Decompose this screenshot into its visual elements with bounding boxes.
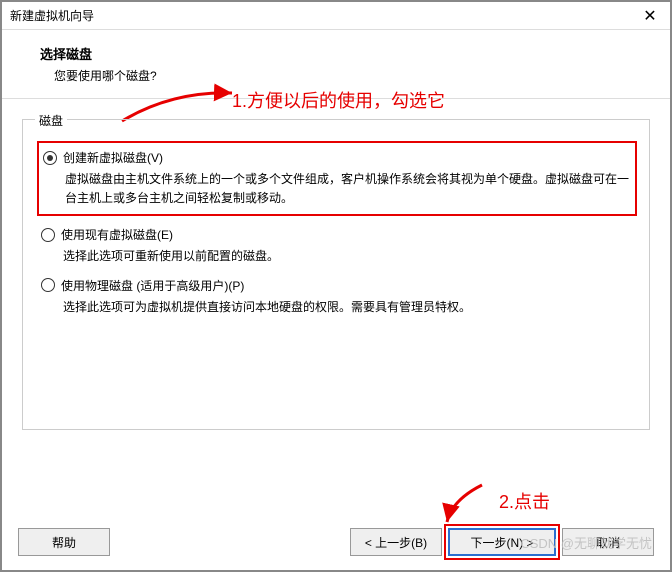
option-use-physical-disk[interactable]: 使用物理磁盘 (适用于高级用户)(P) 选择此选项可为虚拟机提供直接访问本地硬盘… (41, 277, 637, 317)
option-description: 选择此选项可重新使用以前配置的磁盘。 (63, 247, 637, 266)
help-button[interactable]: 帮助 (18, 528, 110, 556)
radio-icon[interactable] (41, 278, 55, 292)
radio-label: 使用物理磁盘 (适用于高级用户)(P) (61, 277, 244, 294)
page-title: 选择磁盘 (40, 44, 650, 63)
option-create-new-disk[interactable]: 创建新虚拟磁盘(V) 虚拟磁盘由主机文件系统上的一个或多个文件组成，客户机操作系… (37, 141, 637, 216)
close-icon: ✕ (643, 6, 656, 26)
button-bar: 帮助 < 上一步(B) 下一步(N) > 取消 (2, 528, 670, 556)
page-subtitle: 您要使用哪个磁盘? (54, 67, 650, 84)
annotation-arrow-2 (432, 480, 492, 530)
option-description: 选择此选项可为虚拟机提供直接访问本地硬盘的权限。需要具有管理员特权。 (63, 298, 637, 317)
back-button[interactable]: < 上一步(B) (350, 528, 442, 556)
close-button[interactable]: ✕ (630, 2, 670, 30)
radio-row: 使用现有虚拟磁盘(E) (41, 226, 637, 243)
disk-fieldset: 磁盘 创建新虚拟磁盘(V) 虚拟磁盘由主机文件系统上的一个或多个文件组成，客户机… (22, 119, 650, 430)
option-description: 虚拟磁盘由主机文件系统上的一个或多个文件组成，客户机操作系统会将其视为单个硬盘。… (65, 170, 631, 208)
radio-icon[interactable] (43, 151, 57, 165)
wizard-header: 选择磁盘 您要使用哪个磁盘? (2, 30, 670, 99)
next-button[interactable]: 下一步(N) > (448, 528, 556, 556)
radio-icon[interactable] (41, 228, 55, 242)
fieldset-legend: 磁盘 (35, 112, 67, 129)
radio-label: 创建新虚拟磁盘(V) (63, 149, 163, 166)
window-title: 新建虚拟机向导 (10, 7, 94, 24)
radio-row: 使用物理磁盘 (适用于高级用户)(P) (41, 277, 637, 294)
option-use-existing-disk[interactable]: 使用现有虚拟磁盘(E) 选择此选项可重新使用以前配置的磁盘。 (41, 226, 637, 266)
annotation-2: 2.点击 (499, 488, 550, 514)
cancel-button[interactable]: 取消 (562, 528, 654, 556)
titlebar: 新建虚拟机向导 ✕ (2, 2, 670, 30)
radio-label: 使用现有虚拟磁盘(E) (61, 226, 173, 243)
content-area: 1.方便以后的使用，勾选它 磁盘 创建新虚拟磁盘(V) 虚拟磁盘由主机文件系统上… (2, 99, 670, 430)
radio-row: 创建新虚拟磁盘(V) (43, 149, 631, 166)
